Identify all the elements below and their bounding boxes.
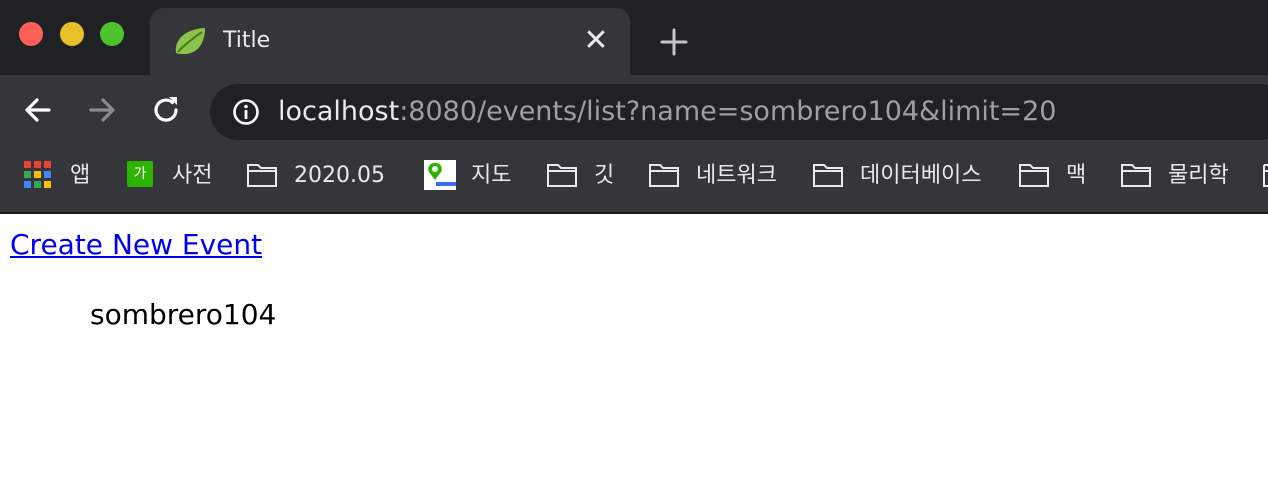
folder-icon bbox=[813, 164, 843, 187]
url-path: :8080/events/list?name=sombrero104&limit… bbox=[399, 96, 1057, 127]
overflow-folder-icon[interactable] bbox=[1262, 161, 1268, 189]
folder-icon bbox=[1019, 164, 1049, 187]
folder-icon bbox=[247, 164, 277, 187]
zoom-window-button[interactable] bbox=[100, 22, 124, 46]
bookmark-folder-2020-05[interactable]: 2020.05 bbox=[246, 159, 396, 193]
bookmark-folder-database[interactable]: 데이터베이스 bbox=[812, 159, 992, 193]
folder-icon bbox=[547, 164, 577, 187]
tab-close-icon[interactable]: ✕ bbox=[580, 25, 612, 57]
bookmark-label: 맥 bbox=[1066, 163, 1087, 188]
folder-icon bbox=[1121, 164, 1151, 187]
bookmark-label: 사전 bbox=[172, 163, 213, 188]
minimize-window-button[interactable] bbox=[60, 22, 84, 46]
folder-icon bbox=[649, 164, 679, 187]
bookmark-label: 지도 bbox=[471, 163, 512, 188]
url-text[interactable]: localhost:8080/events/list?name=sombrero… bbox=[278, 96, 1056, 128]
reload-icon[interactable] bbox=[149, 93, 183, 127]
url-host: localhost bbox=[278, 96, 400, 127]
bookmark-apps[interactable]: 앱 bbox=[24, 159, 104, 193]
tab-title: Title bbox=[223, 28, 271, 53]
browser-tab[interactable]: Title ✕ bbox=[150, 8, 630, 75]
address-bar[interactable]: localhost:8080/events/list?name=sombrero… bbox=[210, 84, 1268, 140]
dictionary-icon: 가 bbox=[127, 161, 153, 187]
create-new-event-link[interactable]: Create New Event bbox=[10, 228, 262, 262]
bookmark-folder-git[interactable]: 깃 bbox=[546, 159, 626, 193]
bookmark-label: 데이터베이스 bbox=[860, 163, 982, 188]
tab-strip: Title ✕ bbox=[0, 0, 1268, 75]
bookmark-label: 앱 bbox=[70, 163, 91, 188]
bookmarks-bar: 앱 가 사전 2020.05 지도 깃 네트워크 데이터베이스 맥 물리학 bbox=[0, 145, 1268, 214]
bookmark-map[interactable]: 지도 bbox=[424, 159, 524, 193]
bookmark-dictionary[interactable]: 가 사전 bbox=[127, 159, 227, 193]
event-list-item: sombrero104 bbox=[90, 298, 277, 331]
map-icon bbox=[424, 160, 456, 190]
forward-arrow-icon[interactable] bbox=[85, 93, 119, 127]
spring-leaf-icon bbox=[175, 28, 205, 55]
close-window-button[interactable] bbox=[19, 22, 43, 46]
page-content: Create New Event sombrero104 bbox=[0, 214, 1268, 498]
bookmark-label: 2020.05 bbox=[294, 163, 385, 188]
bookmark-label: 깃 bbox=[594, 163, 615, 188]
event-list: sombrero104 bbox=[90, 298, 276, 332]
bookmark-label: 물리학 bbox=[1168, 163, 1229, 188]
apps-grid-icon bbox=[24, 161, 51, 188]
back-arrow-icon[interactable] bbox=[21, 93, 55, 127]
bookmark-folder-mac[interactable]: 맥 bbox=[1018, 159, 1098, 193]
bookmark-folder-network[interactable]: 네트워크 bbox=[648, 159, 788, 193]
site-info-icon[interactable] bbox=[232, 98, 260, 126]
bookmark-label: 네트워크 bbox=[696, 163, 777, 188]
bookmark-folder-physics[interactable]: 물리학 bbox=[1120, 159, 1240, 193]
browser-toolbar: localhost:8080/events/list?name=sombrero… bbox=[0, 75, 1268, 145]
new-tab-plus-icon[interactable] bbox=[656, 24, 692, 60]
